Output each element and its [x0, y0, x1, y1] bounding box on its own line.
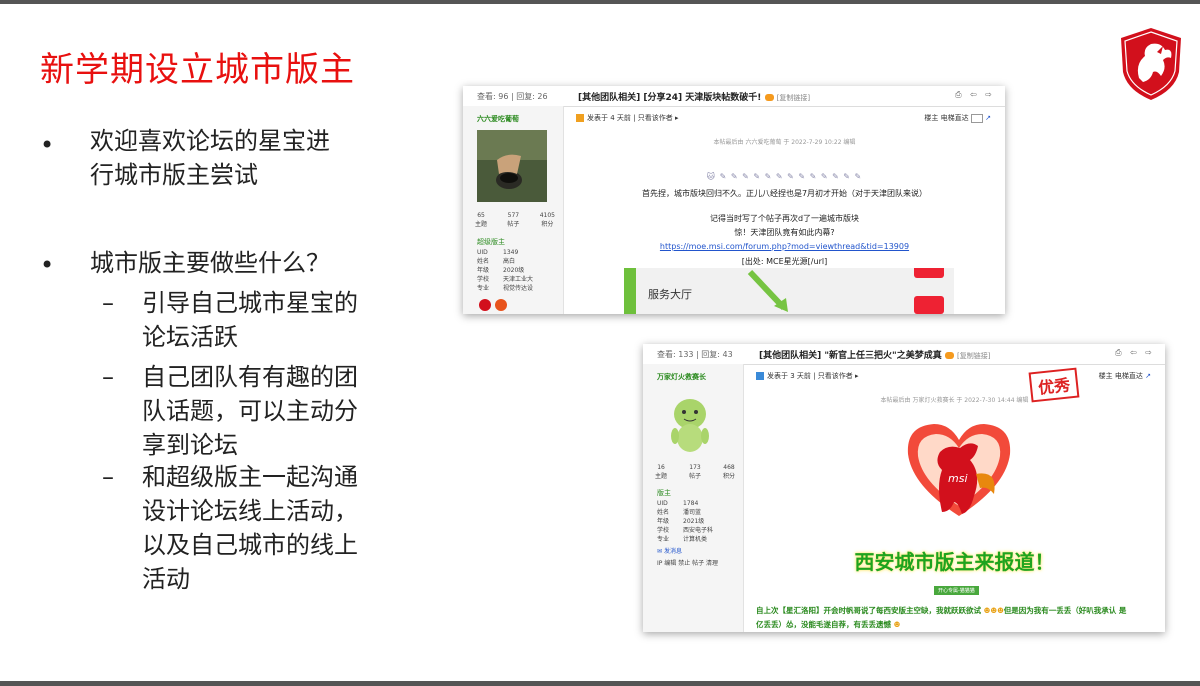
arrow-icon [747, 269, 788, 312]
bullet-1-line1: 欢迎喜欢论坛的星宝进 [90, 127, 330, 155]
bullet-dot: • [40, 251, 55, 279]
floor-tools[interactable]: 楼主 电梯直达 ↗ [924, 113, 991, 123]
print-icon[interactable]: ⎙ ⇦ ⇨ [955, 90, 995, 100]
author-name[interactable]: 万家灯火救赛长 [657, 372, 706, 382]
author-rank: 超级版主 [477, 238, 505, 246]
sub-3-line1: 和超级版主一起沟通 [142, 463, 358, 491]
post-line-3: 惊！天津团队竟有如此内幕? [734, 228, 835, 237]
post-meta: 发表于 4 天前 | 只看该作者 ▸ [576, 113, 678, 123]
author-info: UID 1349 姓名 高白 年级 2020级 学校 天津工业大 专业 视觉传达设 [477, 249, 534, 292]
post-banner: 西安城市版主来报道！ [854, 550, 1055, 574]
post-header: 查看: 133 | 回复: 43 [其他团队相关] "新官上任三把火"之美梦成真… [643, 344, 1165, 365]
slide-title: 新学期设立城市版主 [40, 50, 355, 90]
embedded-image: 服务大厅 [624, 268, 954, 314]
author-sidebar: 万家灯火救赛长 16 主题 173 帖子 468 积分 版主 UID 1784 姓名 潘司… [643, 364, 744, 632]
sub-2-line2: 队话题，可以主动分 [142, 397, 358, 425]
post-content: 发表于 4 天前 | 只看该作者 ▸ 楼主 电梯直达 ↗ 本帖最后由 六六爱吃葡… [564, 106, 1005, 314]
slide-top-border [0, 0, 1200, 4]
avatar[interactable] [665, 394, 715, 456]
emoji-icon [764, 94, 774, 101]
bullet-1-line2: 行城市版主尝试 [90, 161, 258, 189]
msi-dragon-logo [1121, 28, 1181, 100]
post-link-line: https://moe.msi.com/forum.php?mod=viewth… [564, 239, 1005, 254]
svg-text:msi: msi [948, 472, 968, 485]
send-message-link[interactable]: ✉ 发消息 [657, 546, 682, 555]
post-content: 发表于 3 天前 | 只看该作者 ▸ 楼主 电梯直达 ↗ 优秀 本帖最后由 万家… [744, 364, 1165, 632]
post-header: 查看: 96 | 回复: 26 [其他团队相关] [分享24] 天津版块帖数破千… [463, 86, 1005, 107]
bullet-dot: • [40, 131, 55, 159]
post-title[interactable]: [其他团队相关] [分享24] 天津版块帖数破千! [复制链接] [578, 90, 810, 103]
avatar[interactable] [477, 130, 547, 202]
post-line-2: 记得当时写了个帖子再次d了一遍城市版块 [709, 214, 860, 223]
slide-bottom-border [0, 681, 1200, 686]
emoji-icon [944, 352, 954, 359]
author-icon [756, 372, 764, 380]
embed-label: 服务大厅 [648, 288, 692, 301]
sub-1-line2: 论坛活跃 [142, 323, 238, 351]
sub-3-line2: 设计论坛线上活动， [142, 497, 358, 525]
post-line-1: 首先捏，城市版块回归不久。正儿八经捏也是7月初才开始（对于天津团队来说） [641, 189, 928, 198]
edit-note: 本帖最后由 万家灯火救赛长 于 2022-7-30 14:44 编辑 [880, 397, 1029, 404]
emoji-row: 🐱 ✎ ✎ ✎ ✎ ✎ ✎ ✎ ✎ ✎ ✎ ✎ ✎ ✎ [706, 172, 863, 181]
post-meta: 发表于 3 天前 | 只看该作者 ▸ [756, 371, 858, 381]
author-name[interactable]: 六六爱吃葡萄 [477, 114, 519, 124]
msi-dragon-heart-image: msi [907, 424, 1011, 516]
medal-icons [479, 299, 507, 311]
source-line: [出处: MCE星光源[/url] [741, 257, 828, 266]
author-info: UID 1784 姓名 潘司蓝 年级 2021级 学校 西安电子科 专业 计算机类 [657, 500, 714, 543]
moderator-tools[interactable]: IP 编辑 禁止 帖子 清理 [657, 558, 718, 567]
post-stats: 查看: 133 | 回复: 43 [657, 350, 733, 359]
dash: – [102, 289, 114, 317]
sub-2-line1: 自己团队有有趣的团 [142, 363, 358, 391]
author-icon [576, 114, 584, 122]
author-counts: 16 主题 173 帖子 468 积分 [655, 464, 735, 480]
bullet-2: 城市版主要做些什么？ [90, 249, 330, 277]
copy-link[interactable]: [复制链接] [957, 352, 990, 360]
sub-3-line3: 以及自己城市的线上 [142, 531, 358, 559]
thread-link[interactable]: https://moe.msi.com/forum.php?mod=viewth… [660, 242, 909, 251]
dash: – [102, 463, 114, 491]
post-body: 自上次【星汇洛阳】开会时帆哥说了每西安版主空缺，我就跃跃欲试 ☻☻☻但是因为我有… [756, 606, 1127, 629]
dash: – [102, 363, 114, 391]
image-caption: 开心专属-猫猫猫 [934, 586, 979, 595]
bullet-1: 欢迎喜欢论坛的星宝进 行城市版主尝试 [90, 124, 390, 192]
forum-post-screenshot-tianjin: 查看: 96 | 回复: 26 [其他团队相关] [分享24] 天津版块帖数破千… [463, 86, 1005, 314]
copy-link[interactable]: [复制链接] [777, 94, 810, 102]
author-counts: 65 主题 577 帖子 4105 积分 [475, 212, 555, 228]
sub-1-line1: 引导自己城市星宝的 [142, 289, 358, 317]
sub-3-line4: 活动 [142, 565, 190, 593]
sub-2-line3: 享到论坛 [142, 431, 238, 459]
floor-tools[interactable]: 楼主 电梯直达 ↗ [1099, 371, 1151, 381]
author-sidebar: 六六爱吃葡萄 65 主题 577 帖子 4105 积分 超级版主 UID 1349 姓名… [463, 106, 564, 314]
print-icon[interactable]: ⎙ ⇦ ⇨ [1115, 348, 1155, 358]
edit-note: 本帖最后由 六六爱吃葡萄 于 2022-7-29 10:22 编辑 [713, 139, 856, 146]
post-title[interactable]: [其他团队相关] "新官上任三把火"之美梦成真 [复制链接] [759, 348, 991, 361]
author-rank: 版主 [657, 489, 671, 497]
post-stats: 查看: 96 | 回复: 26 [477, 92, 548, 101]
forum-post-screenshot-xian: 查看: 133 | 回复: 43 [其他团队相关] "新官上任三把火"之美梦成真… [643, 344, 1165, 632]
